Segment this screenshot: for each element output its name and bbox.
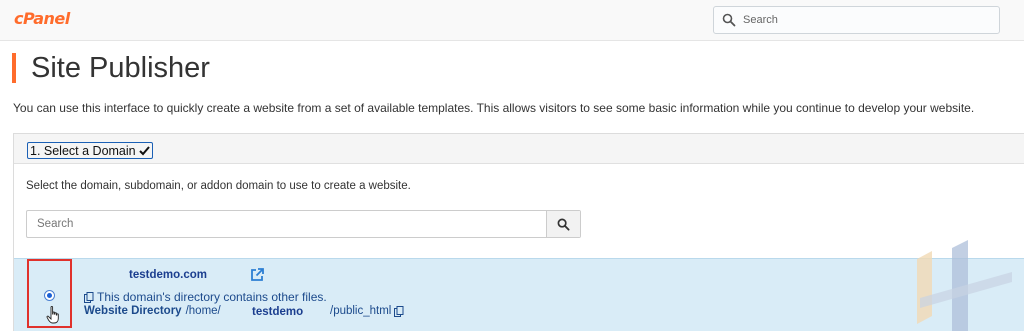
pointer-cursor-icon	[46, 306, 59, 324]
website-directory: Website Directory/home/ testdemo /public…	[84, 305, 404, 318]
step-instruction: Select the domain, subdomain, or addon d…	[26, 180, 411, 192]
domain-search-button[interactable]	[546, 211, 580, 237]
select-domain-panel: 1. Select a Domain Select the domain, su…	[13, 133, 1024, 331]
page-title: Site Publisher	[31, 52, 210, 84]
title-accent-bar	[12, 53, 16, 83]
global-search-placeholder: Search	[743, 14, 778, 26]
page-intro: You can use this interface to quickly cr…	[13, 101, 975, 115]
domain-row[interactable]: testdemo.com This domain's directory con…	[14, 258, 1024, 331]
watermark-logo	[917, 240, 1012, 331]
search-icon	[557, 218, 570, 231]
step-label: 1. Select a Domain	[30, 143, 136, 158]
copy-path-icon[interactable]	[394, 305, 404, 317]
global-search-input[interactable]: Search	[713, 6, 1000, 34]
panel-header: 1. Select a Domain	[14, 134, 1024, 164]
directory-note-text: This domain's directory contains other f…	[97, 290, 327, 304]
radio-highlight-box	[27, 259, 72, 328]
domain-radio[interactable]	[44, 290, 55, 301]
domain-search-input[interactable]: Search	[26, 210, 581, 238]
domain-name[interactable]: testdemo.com	[129, 269, 207, 281]
directory-user: testdemo	[252, 306, 304, 318]
directory-label: Website Directory	[84, 305, 182, 317]
directory-suffix-group: /public_html	[330, 305, 404, 317]
cpanel-logo[interactable]: cPanel	[14, 9, 70, 28]
external-link-icon[interactable]	[249, 267, 265, 283]
directory-suffix: /public_html	[330, 305, 392, 317]
domain-search-placeholder: Search	[37, 218, 74, 230]
directory-note: This domain's directory contains other f…	[84, 290, 327, 304]
directory-prefix: /home/	[185, 305, 221, 317]
search-icon	[722, 13, 736, 27]
checkmark-icon	[138, 146, 150, 156]
select-domain-step-button[interactable]: 1. Select a Domain	[27, 142, 153, 159]
top-bar: cPanel Search	[0, 0, 1024, 41]
copy-icon	[84, 291, 94, 303]
